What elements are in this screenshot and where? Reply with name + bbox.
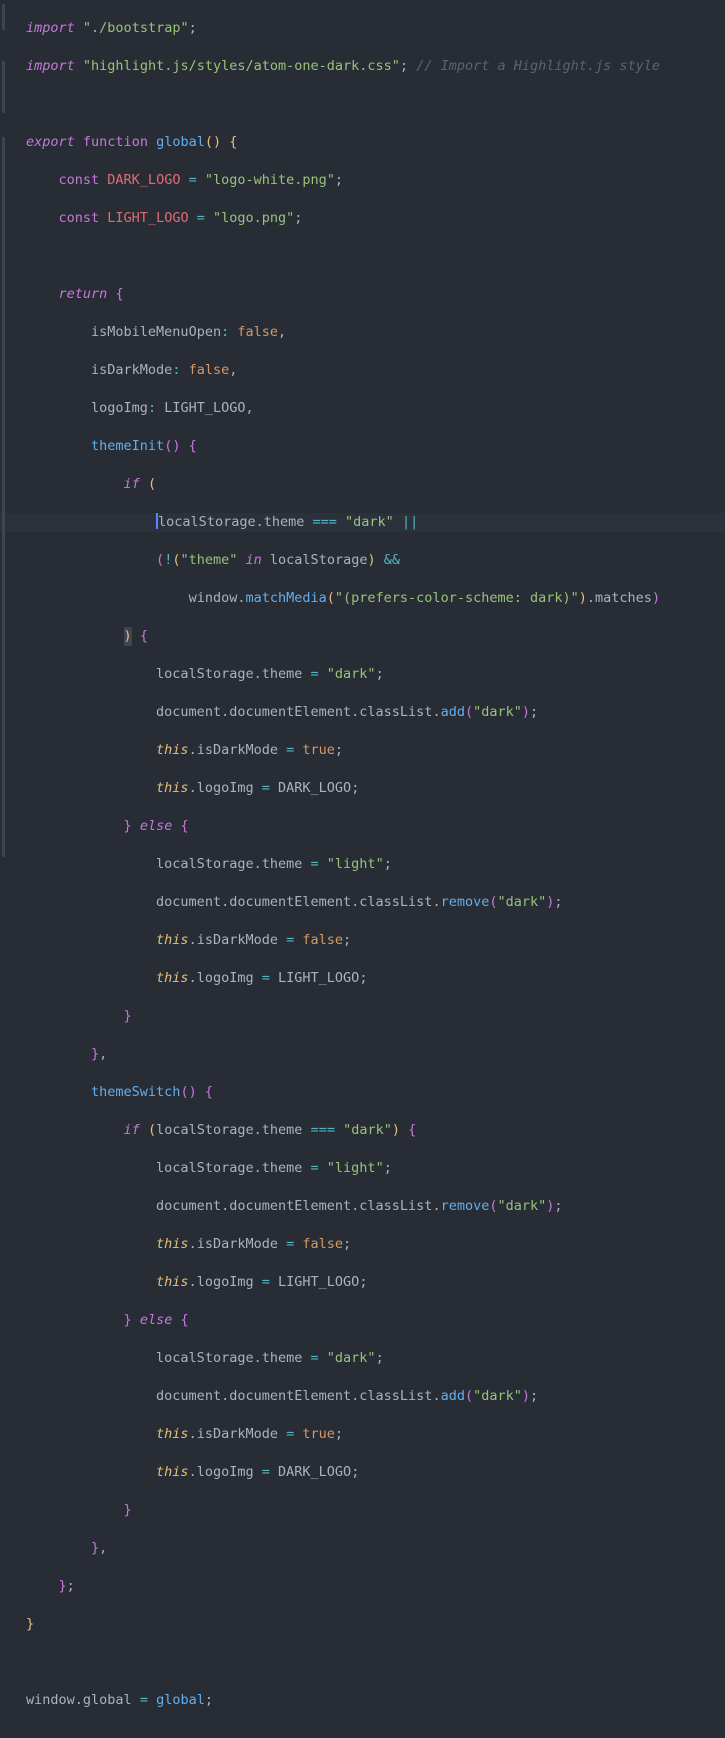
gutter — [0, 0, 8, 1738]
code-line[interactable] — [26, 95, 725, 114]
code-line[interactable]: }; — [26, 1577, 725, 1596]
code-line[interactable]: export function global() { — [26, 133, 725, 152]
code-line[interactable]: isMobileMenuOpen: false, — [26, 323, 725, 342]
code-line[interactable]: localStorage.theme = "dark"; — [26, 1349, 725, 1368]
code-line[interactable]: if ( — [26, 475, 725, 494]
code-line[interactable]: this.isDarkMode = true; — [26, 1425, 725, 1444]
code-line[interactable]: isDarkMode: false, — [26, 361, 725, 380]
code-line[interactable]: this.logoImg = LIGHT_LOGO; — [26, 1273, 725, 1292]
code-line[interactable]: const DARK_LOGO = "logo-white.png"; — [26, 171, 725, 190]
code-line[interactable]: window.global = global; — [26, 1691, 725, 1710]
code-line[interactable]: localStorage.theme = "light"; — [26, 1159, 725, 1178]
code-line[interactable]: this.logoImg = LIGHT_LOGO; — [26, 969, 725, 988]
code-line[interactable]: } — [26, 1615, 725, 1634]
code-line[interactable]: }, — [26, 1045, 725, 1064]
code-line[interactable]: } — [26, 1501, 725, 1520]
code-line[interactable]: localStorage.theme = "light"; — [26, 855, 725, 874]
code-line[interactable]: } else { — [26, 1311, 725, 1330]
code-line[interactable]: } — [26, 1007, 725, 1026]
code-line[interactable]: if (localStorage.theme === "dark") { — [26, 1121, 725, 1140]
code-line[interactable]: this.isDarkMode = false; — [26, 931, 725, 950]
code-line[interactable]: } else { — [26, 817, 725, 836]
code-line[interactable]: const LIGHT_LOGO = "logo.png"; — [26, 209, 725, 228]
code-line-active[interactable]: localStorage.theme === "dark" || — [0, 513, 725, 532]
code-line[interactable]: }, — [26, 1539, 725, 1558]
code-line[interactable]: import "highlight.js/styles/atom-one-dar… — [26, 57, 725, 76]
code-editor[interactable]: import "./bootstrap"; import "highlight.… — [0, 0, 725, 1738]
code-line[interactable]: return { — [26, 285, 725, 304]
code-line[interactable] — [26, 1653, 725, 1672]
code-line[interactable]: this.logoImg = DARK_LOGO; — [26, 1463, 725, 1482]
code-line[interactable]: this.isDarkMode = false; — [26, 1235, 725, 1254]
code-line[interactable]: document.documentElement.classList.add("… — [26, 1387, 725, 1406]
code-line[interactable]: document.documentElement.classList.remov… — [26, 1197, 725, 1216]
code-area[interactable]: import "./bootstrap"; import "highlight.… — [8, 0, 725, 1738]
code-line[interactable]: this.logoImg = DARK_LOGO; — [26, 779, 725, 798]
code-line[interactable]: window.matchMedia("(prefers-color-scheme… — [26, 589, 725, 608]
code-line[interactable] — [26, 247, 725, 266]
code-line[interactable]: logoImg: LIGHT_LOGO, — [26, 399, 725, 418]
code-line[interactable]: themeSwitch() { — [26, 1083, 725, 1102]
code-line[interactable]: this.isDarkMode = true; — [26, 741, 725, 760]
code-line[interactable] — [26, 1729, 725, 1738]
code-line[interactable]: import "./bootstrap"; — [26, 19, 725, 38]
code-line[interactable]: themeInit() { — [26, 437, 725, 456]
code-line[interactable]: (!("theme" in localStorage) && — [26, 551, 725, 570]
code-line[interactable]: ) { — [26, 627, 725, 646]
code-line[interactable]: document.documentElement.classList.add("… — [26, 703, 725, 722]
code-line[interactable]: localStorage.theme = "dark"; — [26, 665, 725, 684]
code-line[interactable]: document.documentElement.classList.remov… — [26, 893, 725, 912]
